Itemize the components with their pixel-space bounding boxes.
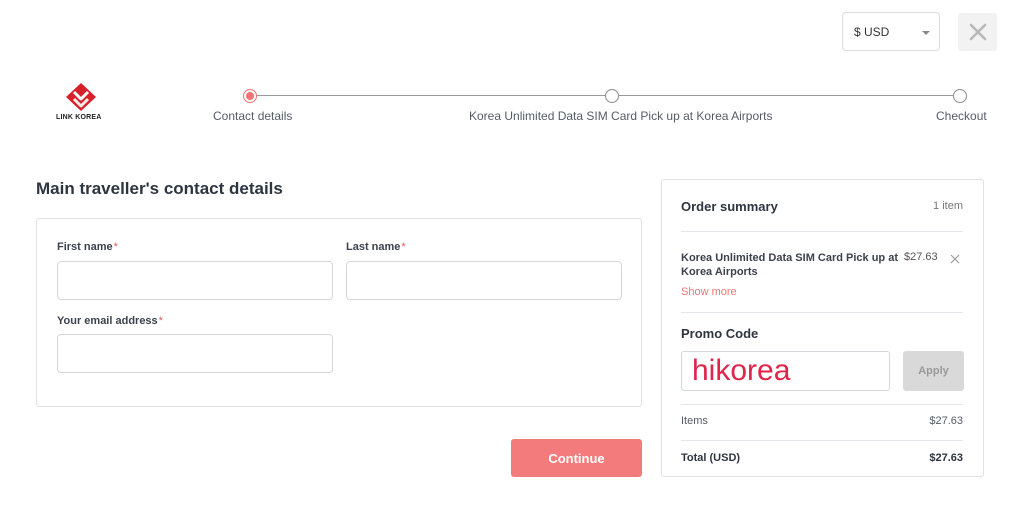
step-indicator-product xyxy=(605,89,619,103)
order-summary-title: Order summary xyxy=(681,199,778,214)
order-item-name: Korea Unlimited Data SIM Card Pick up at… xyxy=(681,252,898,278)
promo-code-title: Promo Code xyxy=(681,326,759,341)
close-button[interactable] xyxy=(958,13,997,51)
continue-button[interactable]: Continue xyxy=(511,439,642,477)
currency-select[interactable]: $ USD xyxy=(842,12,940,51)
order-item-price: $27.63 xyxy=(904,251,938,263)
contact-form: First name* Last name* Your email addres… xyxy=(36,218,642,407)
step-label-contact: Contact details xyxy=(213,109,293,123)
email-label: Your email address* xyxy=(57,315,163,327)
apply-promo-button[interactable]: Apply xyxy=(903,351,964,391)
divider xyxy=(681,312,963,313)
promo-code-input[interactable]: hikorea xyxy=(681,351,890,391)
divider xyxy=(681,404,963,405)
total-label: Total (USD) xyxy=(681,452,741,464)
items-value: $27.63 xyxy=(929,415,963,427)
close-icon xyxy=(969,23,986,41)
divider xyxy=(681,440,963,441)
email-field[interactable] xyxy=(57,334,333,373)
first-name-label: First name* xyxy=(57,241,118,253)
items-label: Items xyxy=(681,415,708,427)
stepper-line xyxy=(257,95,605,96)
step-indicator-contact xyxy=(243,89,257,103)
order-summary: Order summary 1 item Korea Unlimited Dat… xyxy=(661,179,984,477)
last-name-label: Last name* xyxy=(346,241,406,253)
step-label-product: Korea Unlimited Data SIM Card Pick up at… xyxy=(469,109,773,123)
stepper-line xyxy=(619,95,953,96)
logo-text: LINK KOREA xyxy=(56,114,102,121)
logo-icon xyxy=(66,83,96,111)
show-more-link[interactable]: Show more xyxy=(681,286,737,298)
step-label-checkout: Checkout xyxy=(936,109,987,123)
first-name-field[interactable] xyxy=(57,261,333,300)
chevron-down-icon xyxy=(922,31,930,35)
step-indicator-checkout xyxy=(953,89,967,103)
page-title: Main traveller's contact details xyxy=(36,179,283,198)
brand-logo: LINK KOREA xyxy=(52,82,108,126)
currency-value: $ USD xyxy=(854,24,890,39)
last-name-field[interactable] xyxy=(346,261,622,300)
remove-item-icon[interactable] xyxy=(950,254,960,264)
order-item-count: 1 item xyxy=(933,200,963,212)
divider xyxy=(681,231,963,232)
total-value: $27.63 xyxy=(929,452,963,464)
